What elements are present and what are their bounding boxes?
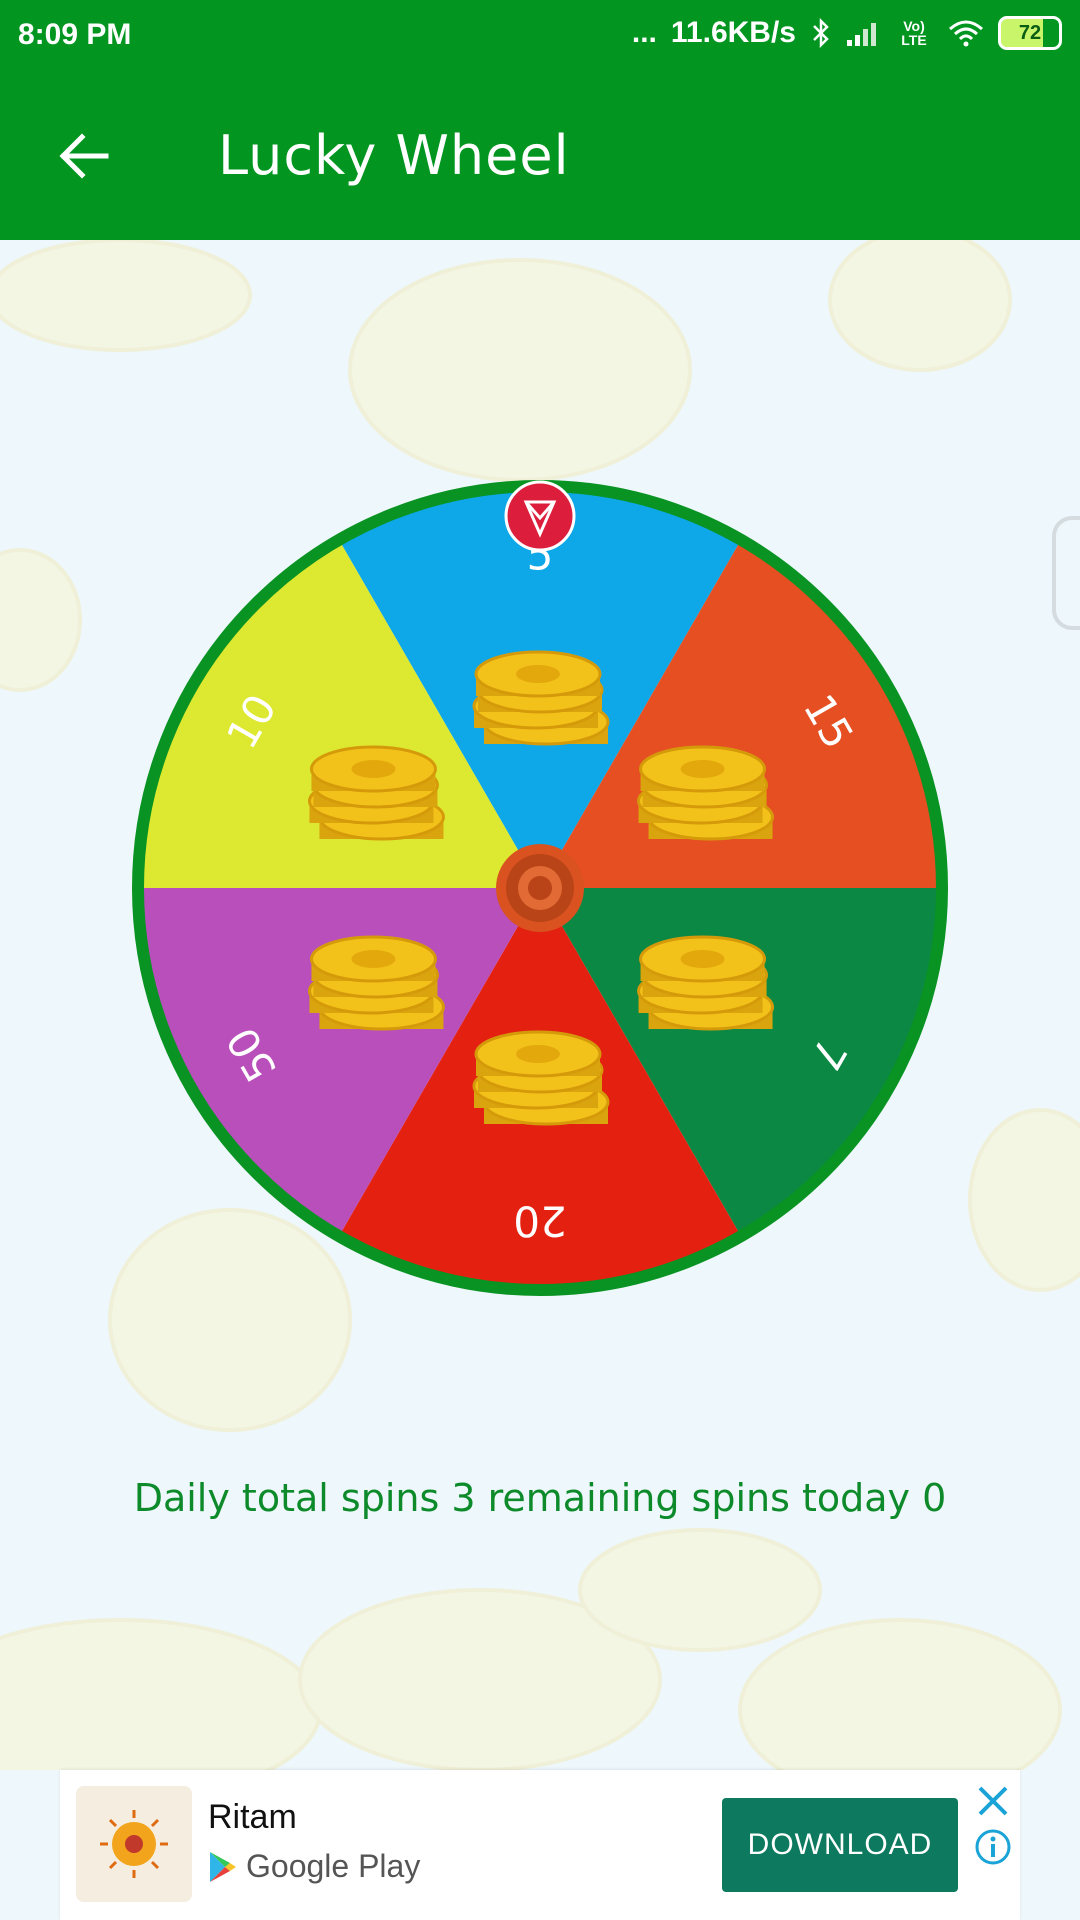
signal-icon (846, 20, 880, 46)
status-time: 8:09 PM (18, 18, 132, 51)
google-play-icon (210, 1851, 236, 1882)
wheel-segment-label: 20 (513, 1197, 566, 1246)
wheel-hub (496, 844, 584, 932)
bluetooth-icon (810, 18, 832, 48)
status-icons: ... 11.6KB/s Vo) LTE 72 (632, 16, 1062, 50)
page-title: Lucky Wheel (218, 124, 570, 187)
ad-download-button[interactable]: DOWNLOAD (722, 1798, 958, 1892)
coin-stack-icon (472, 650, 610, 746)
app-bar: Lucky Wheel (0, 72, 1080, 240)
spins-status: Daily total spins 3 remaining spins toda… (133, 1476, 947, 1520)
ad-banner[interactable]: Ritam Google Play DOWNLOAD (60, 1770, 1020, 1920)
ad-store-name: Google Play (246, 1848, 421, 1884)
back-button[interactable] (54, 126, 114, 186)
close-icon[interactable] (974, 1782, 1012, 1820)
ad-store: Google Play (208, 1848, 420, 1885)
arrow-left-icon (59, 133, 109, 179)
status-bar: 8:09 PM ... 11.6KB/s Vo) LTE 72 (0, 0, 1080, 72)
ad-app-icon[interactable] (76, 1786, 192, 1902)
wheel-pointer (504, 480, 576, 552)
coin-stack-icon (637, 745, 775, 841)
network-speed: 11.6KB/s (670, 16, 796, 49)
lucky-wheel[interactable]: 5 15 7 20 50 10 (130, 478, 950, 1298)
volte-icon: Vo) LTE (901, 18, 927, 48)
wifi-icon (948, 19, 984, 47)
coin-stack-icon (307, 935, 445, 1031)
coin-stack-icon (637, 935, 775, 1031)
more-notifications-icon: ... (631, 16, 657, 49)
battery-icon: 72 (998, 16, 1062, 50)
battery-level: 72 (1018, 21, 1042, 44)
info-icon[interactable] (974, 1828, 1012, 1866)
coin-stack-icon (307, 745, 445, 841)
edge-panel-handle[interactable] (1052, 516, 1080, 630)
ad-app-name: Ritam (208, 1798, 297, 1836)
coin-stack-icon (472, 1030, 610, 1126)
